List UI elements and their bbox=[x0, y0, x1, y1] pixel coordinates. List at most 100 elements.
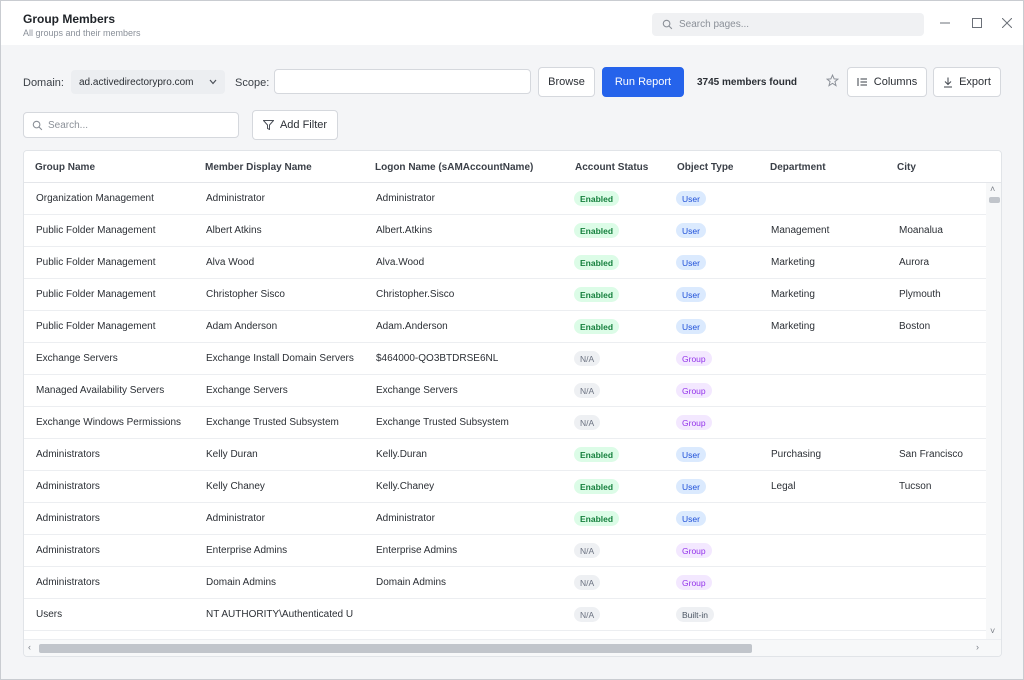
title-bar: Group Members All groups and their membe… bbox=[1, 1, 1023, 45]
maximize-icon[interactable] bbox=[969, 15, 985, 31]
add-filter-button[interactable]: Add Filter bbox=[252, 110, 338, 140]
cell-group-name: Administrators bbox=[36, 545, 100, 556]
object-type-badge: Group bbox=[676, 383, 712, 398]
vertical-scrollbar[interactable]: ˄ ˅ bbox=[986, 183, 1001, 639]
table-row[interactable]: Organization Management Administrator Admi… bbox=[24, 183, 986, 215]
table-header: Group Name Member Display Name Logon Nam… bbox=[24, 151, 1001, 183]
cell-logon-name: Alva.Wood bbox=[376, 257, 425, 268]
cell-group-name: Public Folder Management bbox=[36, 321, 156, 332]
column-header-group-name[interactable]: Group Name bbox=[35, 162, 95, 173]
object-type-badge: User bbox=[676, 511, 706, 526]
cell-logon-name: Enterprise Admins bbox=[376, 545, 458, 556]
status-badge: N/A bbox=[574, 607, 601, 622]
status-badge: Enabled bbox=[574, 223, 620, 238]
column-header-account-status[interactable]: Account Status bbox=[575, 162, 648, 173]
scope-label: Scope: bbox=[235, 77, 270, 89]
cell-department: Marketing bbox=[771, 257, 815, 268]
column-header-logon-name[interactable]: Logon Name (sAMAccountName) bbox=[375, 162, 533, 173]
table-row[interactable]: Users NT AUTHORITY\Authenticated U N/A Buil… bbox=[24, 599, 986, 631]
table-row[interactable]: Administrators Kelly Chaney Kelly.Chaney En… bbox=[24, 471, 986, 503]
scroll-left-icon[interactable]: ‹ bbox=[28, 642, 31, 652]
search-input[interactable]: Search... bbox=[23, 112, 239, 138]
cell-group-name: Public Folder Management bbox=[36, 257, 156, 268]
page-title: Group Members bbox=[23, 12, 116, 26]
cell-city: Tucson bbox=[899, 481, 932, 492]
cell-member-display-name: Enterprise Admins bbox=[206, 545, 288, 556]
scope-input[interactable] bbox=[274, 69, 531, 94]
table-row[interactable]: Administrators Domain Admins Domain Admins… bbox=[24, 567, 986, 599]
chevron-down-icon bbox=[209, 77, 217, 88]
cell-logon-name: Adam.Anderson bbox=[376, 321, 448, 332]
table-row[interactable]: Exchange Servers Exchange Install Domain … bbox=[24, 343, 986, 375]
scroll-up-icon[interactable]: ˄ bbox=[990, 184, 995, 194]
table-row[interactable]: Administrators Enterprise Admins Enterpris… bbox=[24, 535, 986, 567]
cell-group-name: Exchange Servers bbox=[36, 353, 118, 364]
domain-label: Domain: bbox=[23, 77, 64, 89]
object-type-badge: Built-in bbox=[676, 607, 714, 622]
cell-logon-name: Domain Admins bbox=[376, 577, 447, 588]
table-row[interactable]: Public Folder Management Alva Wood Alva.Wo… bbox=[24, 247, 986, 279]
export-button[interactable]: Export bbox=[933, 67, 1001, 97]
horizontal-scrollbar[interactable]: ‹ › bbox=[24, 639, 1001, 656]
status-badge: Enabled bbox=[574, 287, 620, 302]
scroll-down-icon[interactable]: ˅ bbox=[990, 626, 995, 636]
cell-logon-name: Christopher.Sisco bbox=[376, 289, 455, 300]
browse-button[interactable]: Browse bbox=[538, 67, 595, 97]
cell-logon-name: Administrator bbox=[376, 513, 435, 524]
column-header-object-type[interactable]: Object Type bbox=[677, 162, 734, 173]
columns-label: Columns bbox=[873, 76, 918, 88]
column-header-member-display-name[interactable]: Member Display Name bbox=[205, 162, 312, 173]
object-type-badge: Group bbox=[676, 351, 712, 366]
table-row[interactable]: Managed Availability Servers Exchange Ser… bbox=[24, 375, 986, 407]
domain-value: ad.activedirectorypro.com bbox=[79, 76, 194, 88]
members-count: 3745 members found bbox=[697, 77, 798, 88]
table-row[interactable]: Public Folder Management Adam Anderson Ada… bbox=[24, 311, 986, 343]
table-row[interactable]: Administrators Kelly Duran Kelly.Duran Enab… bbox=[24, 439, 986, 471]
columns-button[interactable]: Columns bbox=[847, 67, 927, 97]
column-header-city[interactable]: City bbox=[897, 162, 916, 173]
run-report-button[interactable]: Run Report bbox=[602, 67, 684, 97]
cell-city: Moanalua bbox=[899, 225, 943, 236]
cell-logon-name: Kelly.Chaney bbox=[376, 481, 435, 492]
cell-logon-name: Albert.Atkins bbox=[376, 225, 433, 236]
status-badge: Enabled bbox=[574, 447, 620, 462]
table-row[interactable]: Exchange Windows Permissions Exchange Tru… bbox=[24, 407, 986, 439]
close-icon[interactable] bbox=[999, 15, 1015, 31]
cell-member-display-name: Albert Atkins bbox=[206, 225, 262, 236]
download-icon bbox=[943, 77, 953, 88]
cell-group-name: Administrators bbox=[36, 513, 100, 524]
scroll-right-icon[interactable]: › bbox=[976, 642, 979, 652]
table-row[interactable]: Administrators Administrator Administrator… bbox=[24, 503, 986, 535]
cell-department: Marketing bbox=[771, 321, 815, 332]
cell-member-display-name: Administrator bbox=[206, 193, 265, 204]
cell-member-display-name: NT AUTHORITY\Authenticated U bbox=[206, 609, 354, 620]
search-placeholder: Search... bbox=[48, 119, 89, 131]
domain-select[interactable]: ad.activedirectorypro.com bbox=[71, 70, 225, 94]
page-subtitle: All groups and their members bbox=[23, 28, 141, 38]
vertical-scroll-thumb[interactable] bbox=[989, 197, 1000, 203]
page-search-input[interactable]: Search pages... bbox=[652, 13, 924, 36]
star-icon[interactable] bbox=[825, 73, 840, 88]
cell-department: Legal bbox=[771, 481, 796, 492]
horizontal-scroll-thumb[interactable] bbox=[39, 644, 752, 653]
minimize-icon[interactable] bbox=[937, 15, 953, 31]
table-row[interactable]: Public Folder Management Albert Atkins Alb… bbox=[24, 215, 986, 247]
status-badge: Enabled bbox=[574, 191, 620, 206]
cell-group-name: Administrators bbox=[36, 577, 100, 588]
cell-logon-name: $464000-QO3BTDRSE6NL bbox=[376, 353, 499, 364]
members-table: Group Name Member Display Name Logon Nam… bbox=[23, 150, 1002, 657]
column-header-department[interactable]: Department bbox=[770, 162, 826, 173]
cell-city: Plymouth bbox=[899, 289, 941, 300]
cell-department: Management bbox=[771, 225, 830, 236]
object-type-badge: Group bbox=[676, 415, 712, 430]
filter-icon bbox=[262, 120, 274, 130]
status-badge: N/A bbox=[574, 543, 601, 558]
cell-member-display-name: Domain Admins bbox=[206, 577, 277, 588]
status-badge: N/A bbox=[574, 351, 601, 366]
object-type-badge: Group bbox=[676, 575, 712, 590]
cell-logon-name: Kelly.Duran bbox=[376, 449, 427, 460]
cell-member-display-name: Exchange Install Domain Servers bbox=[206, 353, 354, 364]
table-row[interactable]: Public Folder Management Christopher Sisc… bbox=[24, 279, 986, 311]
cell-group-name: Administrators bbox=[36, 449, 100, 460]
object-type-badge: User bbox=[676, 319, 706, 334]
